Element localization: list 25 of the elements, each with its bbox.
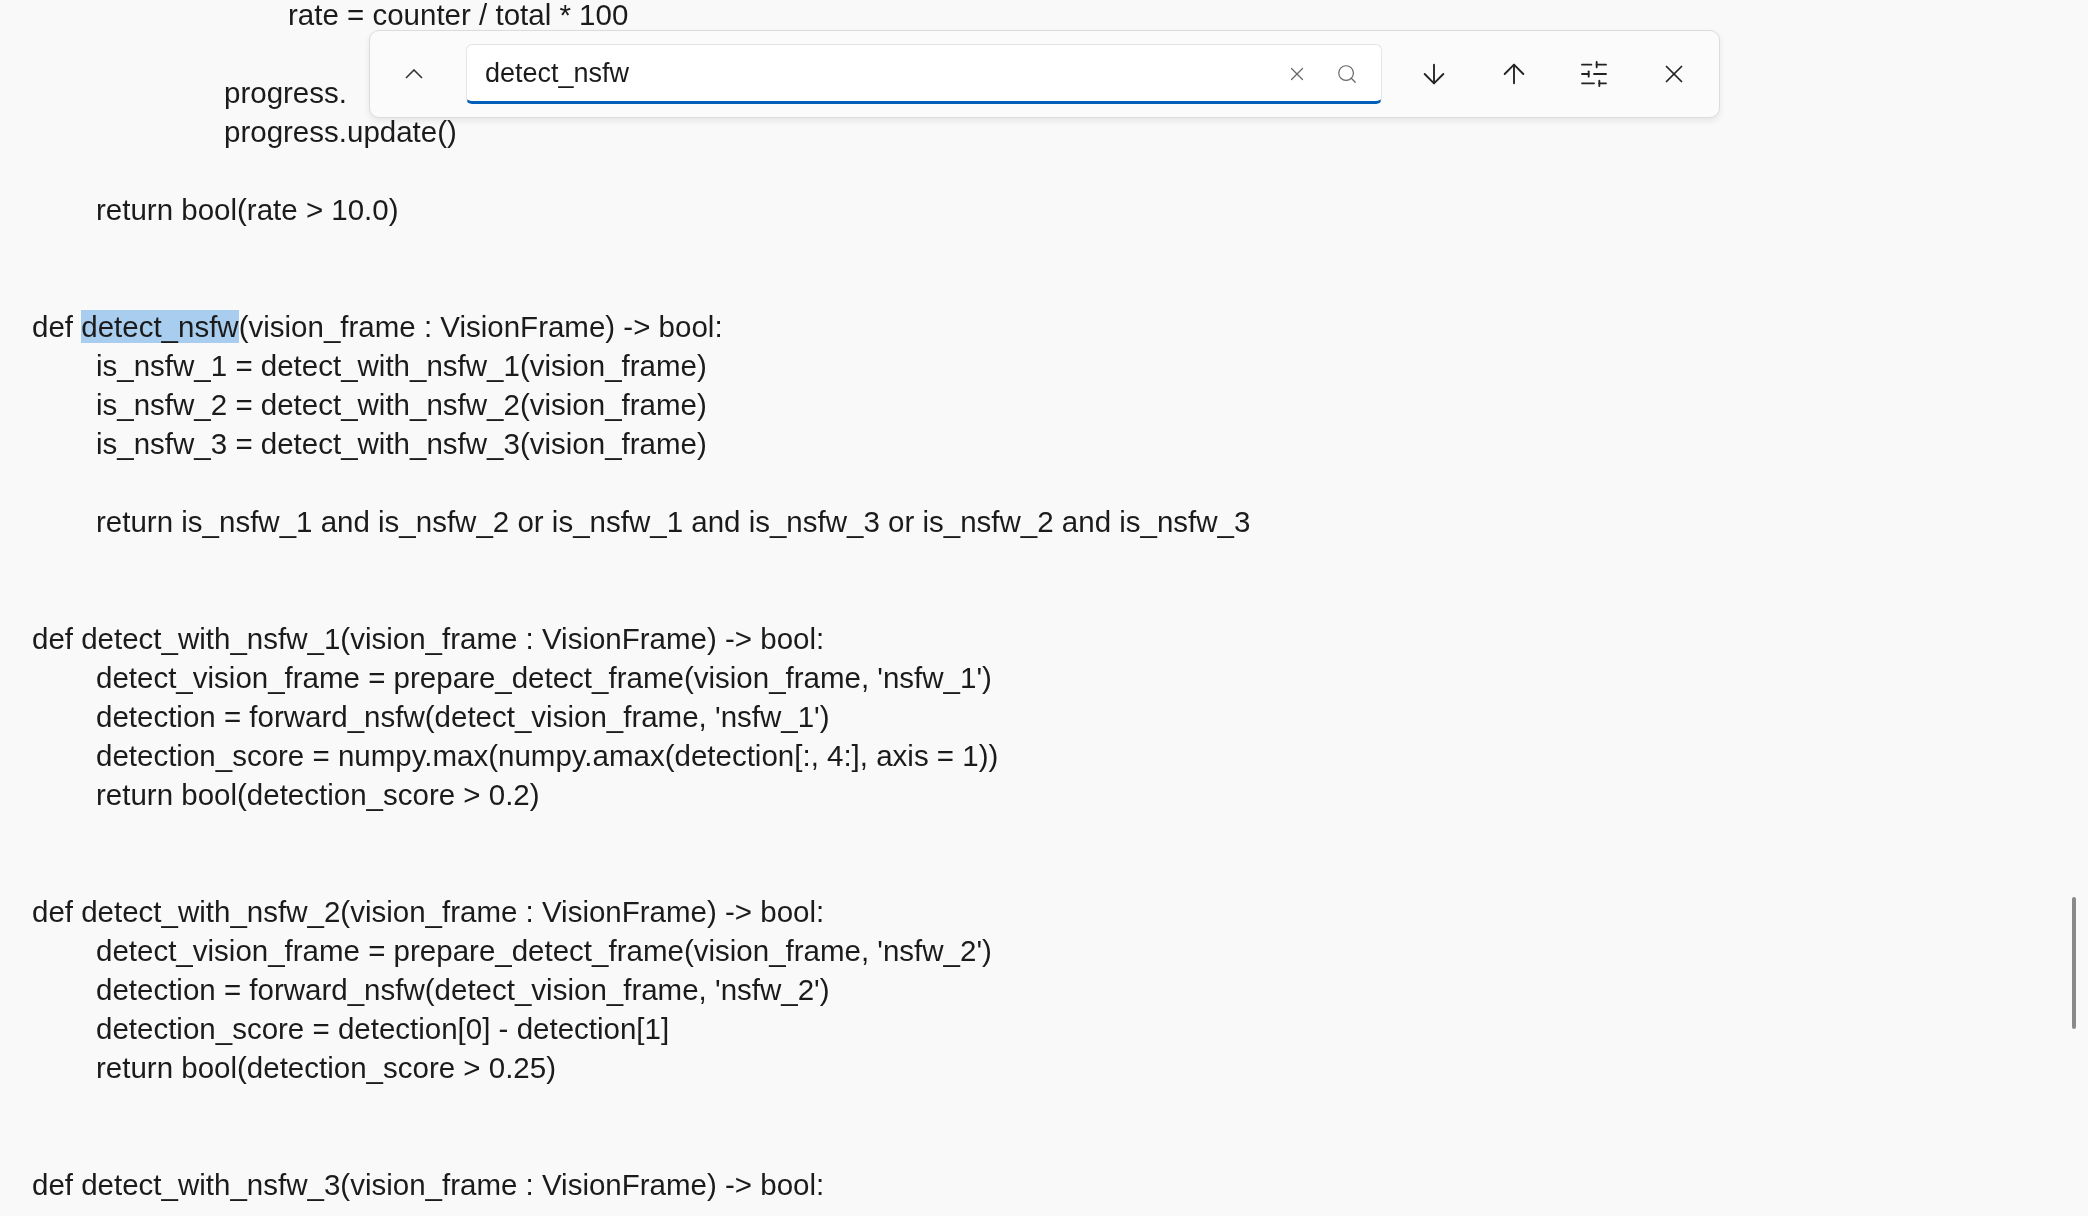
sliders-icon [1578,58,1610,90]
code-line: detection = forward_nsfw(detect_vision_frame, 'nsfw_1') [95,700,830,733]
code-line: detection = forward_nsfw(detect_vision_frame, 'nsfw_2') [95,973,830,1006]
scrollbar-thumb[interactable] [2072,897,2076,1029]
search-field[interactable]: detect_nsfw [466,44,1382,104]
code-line: def detect_with_nsfw_1(vision_frame : VisionFrame) -> bool: [32,622,825,655]
code-line: detection_score = detection[0] - detection[1] [95,1012,670,1045]
chevron-up-icon [405,69,423,79]
code-line: return bool(detection_score > 0.25) [95,1051,556,1084]
code-line: detect_vision_frame = prepare_detect_frame(vision_frame, 'nsfw_1') [95,661,992,694]
code-line: rate = counter / total * 100 [287,0,629,31]
code-line: is_nsfw_1 = detect_with_nsfw_1(vision_frame) [95,349,707,382]
code-line: is_nsfw_3 = detect_with_nsfw_3(vision_frame) [95,427,707,460]
code-line: def detect_nsfw(vision_frame : VisionFrame) -> bool: [32,309,723,345]
code-line: def detect_with_nsfw_3(vision_frame : VisionFrame) -> bool: [32,1168,825,1201]
code-line: def detect_with_nsfw_2(vision_frame : VisionFrame) -> bool: [32,895,825,928]
search-icon [1336,63,1358,85]
code-line: is_nsfw_2 = detect_with_nsfw_2(vision_frame) [95,388,707,421]
code-line: return bool(rate > 10.0) [95,193,399,226]
code-line: return bool(detection_score > 0.2) [95,778,540,811]
code-line: return is_nsfw_1 and is_nsfw_2 or is_nsfw_1 and is_nsfw_3 or is_nsfw_2 and is_nsfw_3 [95,505,1251,538]
code-line: detect_vision_frame = prepare_detect_frame(vision_frame, 'nsfw_2') [95,934,992,967]
code-line: progress. [223,76,347,109]
code-line: progress.update() [223,115,457,148]
code-line: detection_score = numpy.max(numpy.amax(detection[:, 4:], axis = 1)) [95,739,999,772]
